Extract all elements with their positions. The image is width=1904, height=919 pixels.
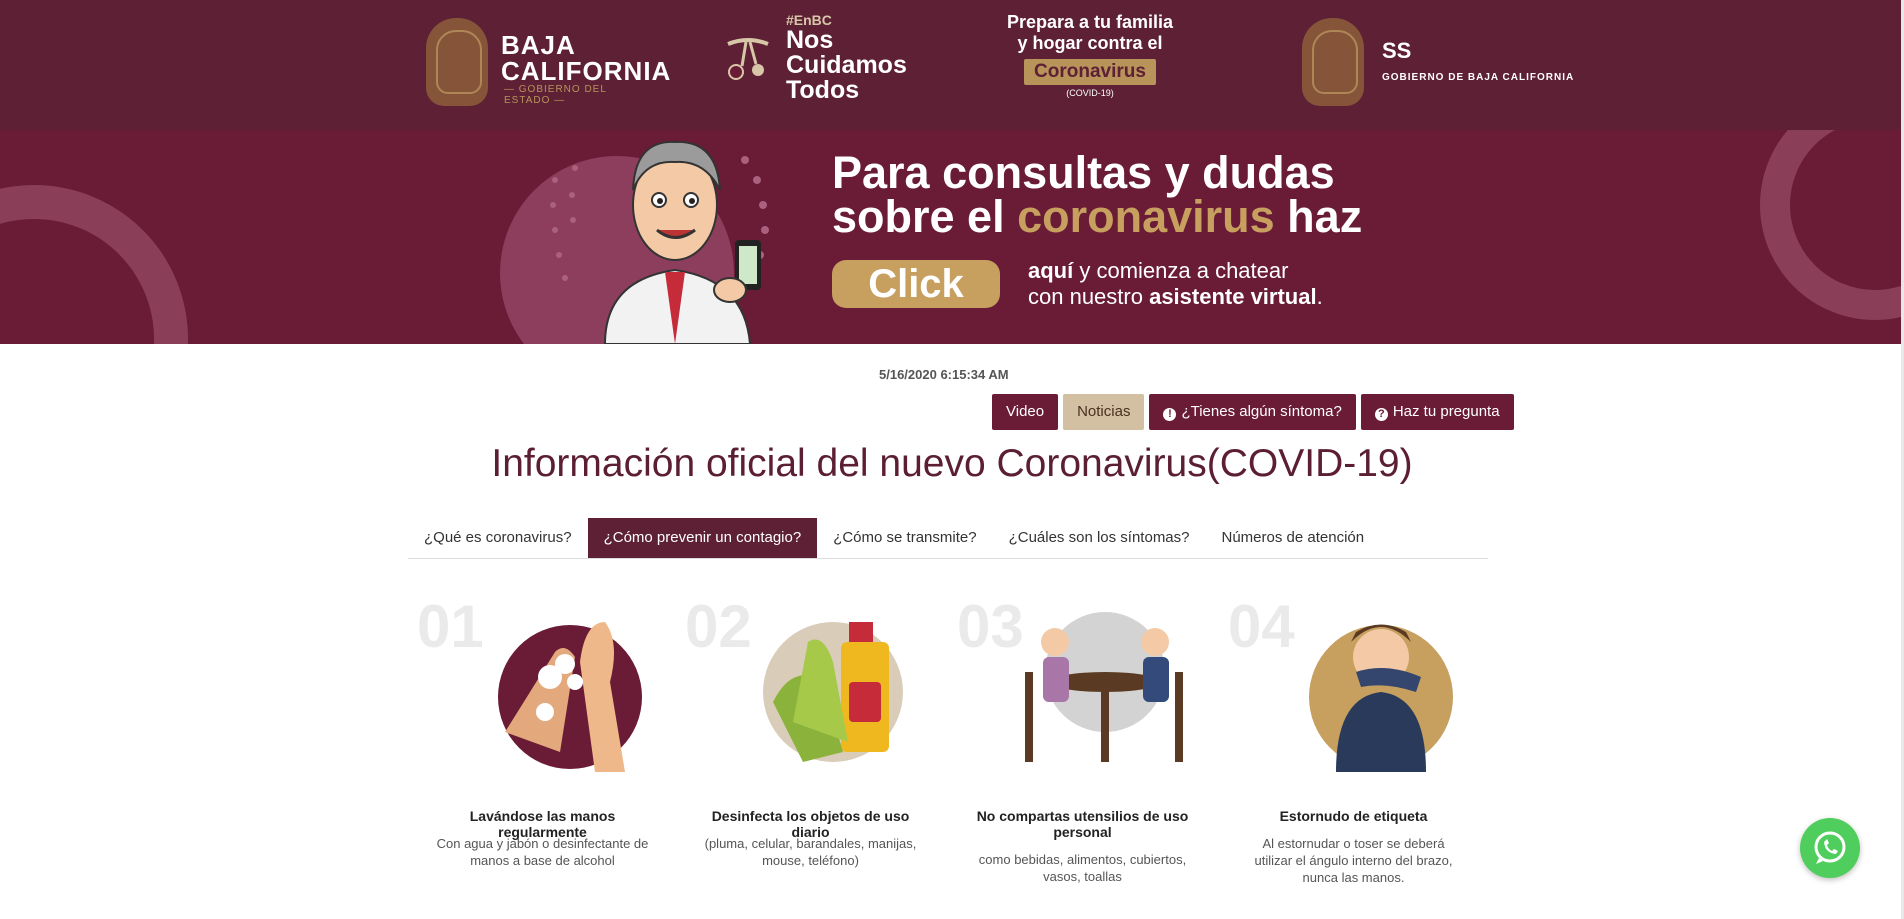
card-title: Estornudo de etiqueta [1279,808,1428,824]
state-shield-icon [426,18,488,106]
card-number: 01 [417,593,484,660]
banner-headline-line2: sobre el coronavirus haz [832,194,1362,239]
banner-line2-pre: sobre el [832,191,1018,242]
doctor-cartoon-icon [603,140,761,344]
pregunta-button[interactable]: ? Haz tu pregunta [1360,394,1514,430]
covid-subtitle: (COVID-19) [1066,88,1114,98]
banner-sub2-post: . [1316,284,1323,309]
timestamp: 5/16/2020 6:15:34 AM [879,367,1009,382]
banner-headline-line1: Para consultas y dudas [832,147,1335,198]
whatsapp-chat-button[interactable] [1800,818,1860,878]
card-description: Al estornudar o toser se deberá utilizar… [1254,836,1453,885]
ss-shield-icon [1302,18,1364,106]
nct-line3: Todos [786,76,860,104]
nos-cuidamos-logo[interactable]: #EnBC Nos Cuidamos Todos [718,12,928,103]
baja-california-logo[interactable]: BAJA CALIFORNIA — GOBIERNO DEL ESTADO — [426,18,670,106]
hand-washing-icon [498,622,642,772]
secretaria-salud-logo[interactable]: SS GOBIERNO DE BAJA CALIFORNIA [1302,18,1602,106]
nct-line2: Cuidamos [786,51,907,79]
banner-click-button[interactable]: Click [832,260,1000,308]
card-title: No compartas utensilios de uso personal [976,808,1189,840]
card-number: 04 [1228,593,1295,660]
video-button[interactable]: Video [992,394,1059,430]
tab-como-prevenir[interactable]: ¿Cómo prevenir un contagio? [587,518,818,558]
bc-logo-title: BAJA CALIFORNIA [501,32,671,84]
banner-subtext: aquí y comienza a chatear con nuestro as… [1028,258,1323,310]
card-number: 03 [957,593,1024,660]
tab-como-transmite[interactable]: ¿Cómo se transmite? [817,518,992,558]
prep-line1: Prepara a tu familia [1006,12,1174,32]
card-description: como bebidas, alimentos, cubiertos, vaso… [978,852,1187,884]
card-description: Con agua y jabón o desinfectante de mano… [436,836,649,868]
noticias-button[interactable]: Noticias [1063,394,1145,430]
whatsapp-icon [1814,831,1846,864]
gloves-disinfectant-icon [763,622,903,762]
tab-sintomas[interactable]: ¿Cuáles son los síntomas? [993,518,1206,558]
sintoma-button[interactable]: ! ¿Tienes algún síntoma? [1149,394,1356,430]
tab-numeros[interactable]: Números de atención [1206,518,1381,558]
bc-logo-subtitle: — GOBIERNO DEL ESTADO — [504,84,607,106]
ss-title: SS [1382,38,1412,63]
banner-line2-post: haz [1274,191,1363,242]
stethoscope-icon [727,38,769,80]
nct-line1: Nos [786,26,834,54]
question-icon: ? [1374,408,1388,421]
sharing-table-icon [1025,612,1183,762]
bc-logo-line1: BAJA [501,30,576,60]
coronavirus-badge: Coronavirus [1024,59,1156,85]
prep-line2: y hogar contra el [1017,33,1163,53]
virtual-assistant-banner[interactable]: Para consultas y dudas sobre el coronavi… [0,130,1901,344]
noticias-button-label: Noticias [1077,403,1131,420]
ss-subtitle: GOBIERNO DE BAJA CALIFORNIA [1382,72,1575,83]
bc-logo-line2: CALIFORNIA [501,56,672,86]
tab-que-es[interactable]: ¿Qué es coronavirus? [408,518,588,558]
prepara-coronavirus-logo[interactable]: Prepara a tu familia y hogar contra el C… [990,12,1190,102]
card-number: 02 [685,593,752,660]
pregunta-button-label: Haz tu pregunta [1392,403,1500,420]
banner-sub1-bold: aquí [1028,258,1074,283]
video-button-label: Video [1006,403,1045,420]
page-title: Información oficial del nuevo Coronaviru… [491,442,1413,485]
banner-sub2-pre: con nuestro [1028,284,1150,309]
sintoma-button-label: ¿Tienes algún síntoma? [1181,403,1342,420]
info-tabs: ¿Qué es coronavirus? ¿Cómo prevenir un c… [408,518,1488,559]
banner-line2-gold: coronavirus [1017,191,1275,242]
top-header: BAJA CALIFORNIA — GOBIERNO DEL ESTADO — … [0,0,1904,131]
sneeze-etiquette-icon [1309,624,1453,772]
card-description: (pluma, celular, barandales, manijas, mo… [704,836,917,868]
banner-sub2-bold: asistente virtual [1149,284,1317,309]
action-buttons: Video Noticias ! ¿Tienes algún síntoma? ?… [992,394,1514,430]
banner-sub1-rest: y comienza a chatear [1073,258,1289,283]
nct-title: Nos Cuidamos Todos [786,28,907,103]
decorative-ring [1760,130,1901,320]
exclamation-icon: ! [1163,408,1177,421]
decorative-ring [0,185,188,344]
